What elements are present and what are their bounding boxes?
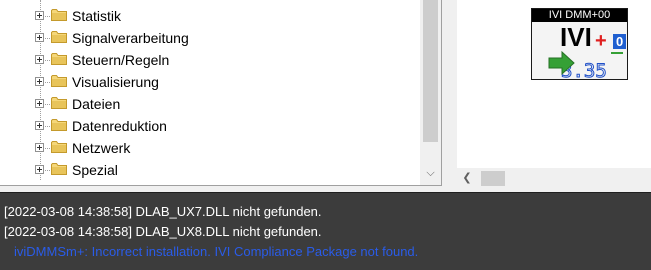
folder-icon [51, 75, 67, 87]
folder-icon [51, 97, 67, 109]
log-error-message: iviDMMSm+: Incorrect installation. IVI C… [14, 244, 419, 259]
scrollbar-thumb[interactable] [423, 0, 438, 142]
tree-item-spezial[interactable]: Spezial [0, 159, 420, 181]
expand-plus-icon[interactable] [35, 143, 44, 152]
tree-item-label: Steuern/Regeln [72, 52, 170, 68]
folder-icon [51, 9, 67, 21]
tree-item-label: Datenreduktion [72, 118, 167, 134]
tree-item-dateien[interactable]: Dateien [0, 93, 420, 115]
module-badge: 0 [616, 34, 623, 49]
tree-item-label: Signalverarbeitung [72, 30, 189, 46]
ivi-dmm-module-block[interactable]: IVI DMM+00 IVI + 0 3.35 [531, 8, 628, 80]
plus-icon: + [595, 30, 607, 52]
minus-icon [611, 52, 623, 54]
log-message: [2022-03-08 14:38:58] DLAB_UX8.DLL nicht… [4, 224, 322, 239]
folder-icon [51, 141, 67, 153]
expand-plus-icon[interactable] [35, 55, 44, 64]
worksheet-horizontal-scrollbar[interactable]: ❮ [457, 168, 651, 188]
tree-item-netzwerk[interactable]: Netzwerk [0, 137, 420, 159]
tree-item-label: Spezial [72, 162, 118, 178]
scrollbar-thumb[interactable] [481, 171, 505, 186]
function-tree-panel: Statistik Signalverarbeitung Steuern/Reg… [0, 0, 442, 186]
tree-vertical-scrollbar[interactable]: ⌵ [420, 0, 441, 185]
function-tree: Statistik Signalverarbeitung Steuern/Reg… [0, 0, 420, 185]
ivi-logo-text: IVI [560, 22, 592, 52]
log-message: [2022-03-08 14:38:58] DLAB_UX7.DLL nicht… [4, 204, 322, 219]
expand-plus-icon[interactable] [35, 77, 44, 86]
worksheet-canvas[interactable]: IVI DMM+00 IVI + 0 3.35 [457, 0, 651, 168]
tree-item-statistik[interactable]: Statistik [0, 5, 420, 27]
worksheet-panel: IVI DMM+00 IVI + 0 3.35 ❮ [457, 0, 651, 191]
folder-icon [51, 53, 67, 65]
tree-item-signalverarbeitung[interactable]: Signalverarbeitung [0, 27, 420, 49]
ivi-dmm-module-icon: IVI + 0 3.35 [532, 22, 627, 79]
scroll-down-arrow-icon[interactable]: ⌵ [420, 163, 441, 183]
expand-plus-icon[interactable] [35, 99, 44, 108]
tree-item-label: Netzwerk [72, 140, 131, 156]
expand-plus-icon[interactable] [35, 11, 44, 20]
module-title: IVI DMM+00 [532, 9, 627, 22]
tree-item-visualisierung[interactable]: Visualisierung [0, 71, 420, 93]
message-log: [2022-03-08 14:38:58] DLAB_UX7.DLL nicht… [0, 192, 651, 270]
tree-item-label: Dateien [72, 96, 121, 112]
tree-item-label: Visualisierung [72, 74, 159, 90]
expand-plus-icon[interactable] [35, 121, 44, 130]
tree-item-datenreduktion[interactable]: Datenreduktion [0, 115, 420, 137]
folder-icon [51, 31, 67, 43]
scroll-left-arrow-icon[interactable]: ❮ [457, 168, 477, 188]
folder-icon [51, 163, 67, 175]
expand-plus-icon[interactable] [35, 33, 44, 42]
tree-item-steuern-regeln[interactable]: Steuern/Regeln [0, 49, 420, 71]
folder-icon [51, 119, 67, 131]
tree-item-label: Statistik [72, 8, 122, 24]
expand-plus-icon[interactable] [35, 165, 44, 174]
